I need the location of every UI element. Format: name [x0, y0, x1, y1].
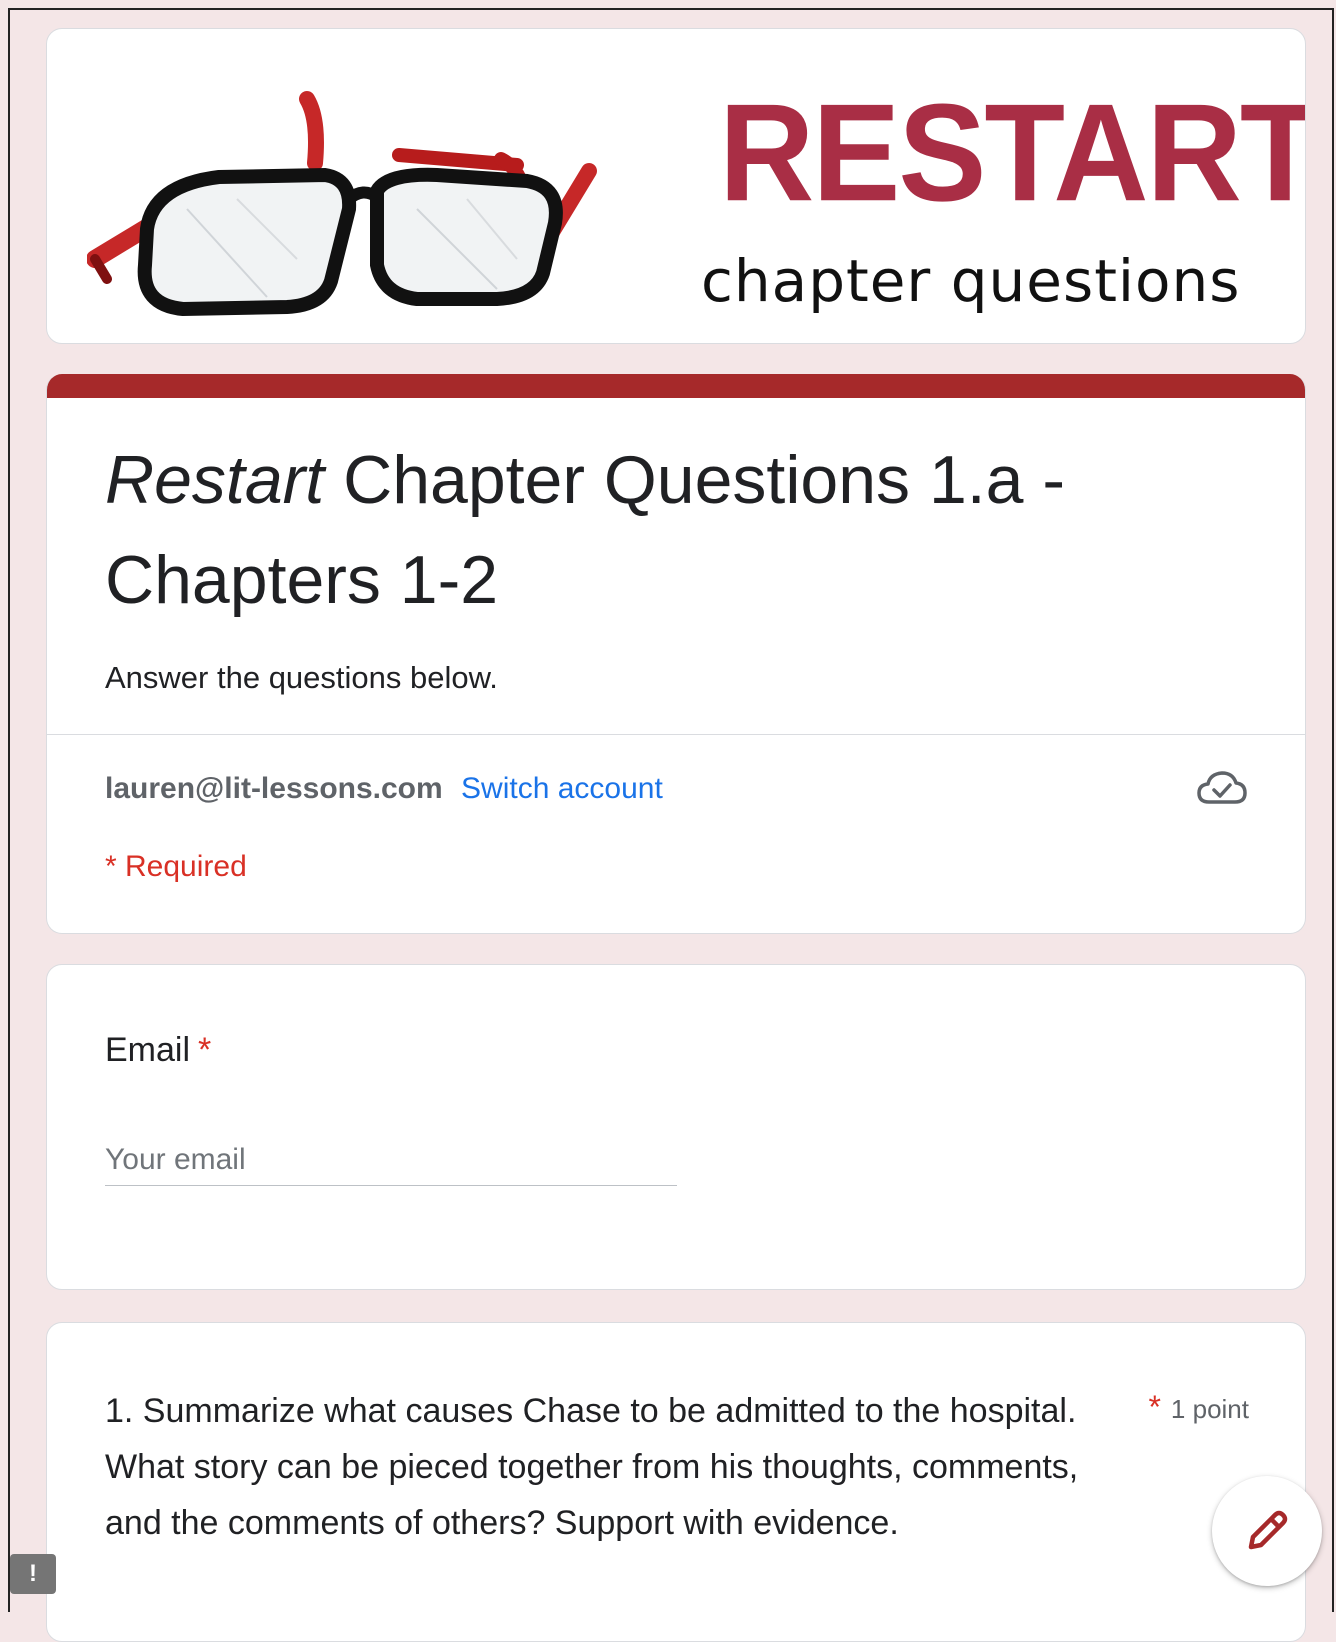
required-asterisk: * [198, 1031, 212, 1069]
question-1-card: 1. Summarize what causes Chase to be adm… [46, 1322, 1306, 1642]
account-row: lauren@lit-lessons.com Switch account [105, 772, 663, 806]
header-banner: RESTART chapter questions [46, 28, 1306, 344]
title-accent-bar [47, 374, 1305, 398]
email-label-text: Email [105, 1031, 191, 1069]
switch-account-link[interactable]: Switch account [461, 772, 663, 805]
account-email: lauren@lit-lessons.com [105, 772, 443, 805]
divider [47, 734, 1305, 735]
pencil-icon [1248, 1510, 1288, 1550]
edit-button[interactable] [1212, 1476, 1322, 1586]
form-title-card: Restart Chapter Questions 1.a - Chapters… [46, 374, 1306, 934]
question-1-text: 1. Summarize what causes Chase to be adm… [105, 1392, 1079, 1542]
points-value: 1 point [1170, 1394, 1249, 1424]
cloud-saved-icon [1197, 771, 1247, 804]
form-title: Restart Chapter Questions 1.a - Chapters… [105, 430, 1245, 630]
brand-title: RESTART [719, 75, 1306, 230]
form-title-italic: Restart [105, 442, 325, 518]
broken-glasses-icon [87, 91, 597, 317]
required-note: * Required [105, 850, 247, 883]
form-description: Answer the questions below. [105, 660, 498, 695]
email-input[interactable] [105, 1135, 677, 1186]
brand-subtitle: chapter questions [701, 247, 1241, 315]
email-question-card: Email * [46, 964, 1306, 1290]
feedback-badge[interactable]: ! [10, 1554, 56, 1594]
required-asterisk: * [1148, 1389, 1161, 1425]
points-label: * 1 point [1148, 1389, 1249, 1426]
email-label: Email * [105, 1031, 211, 1070]
